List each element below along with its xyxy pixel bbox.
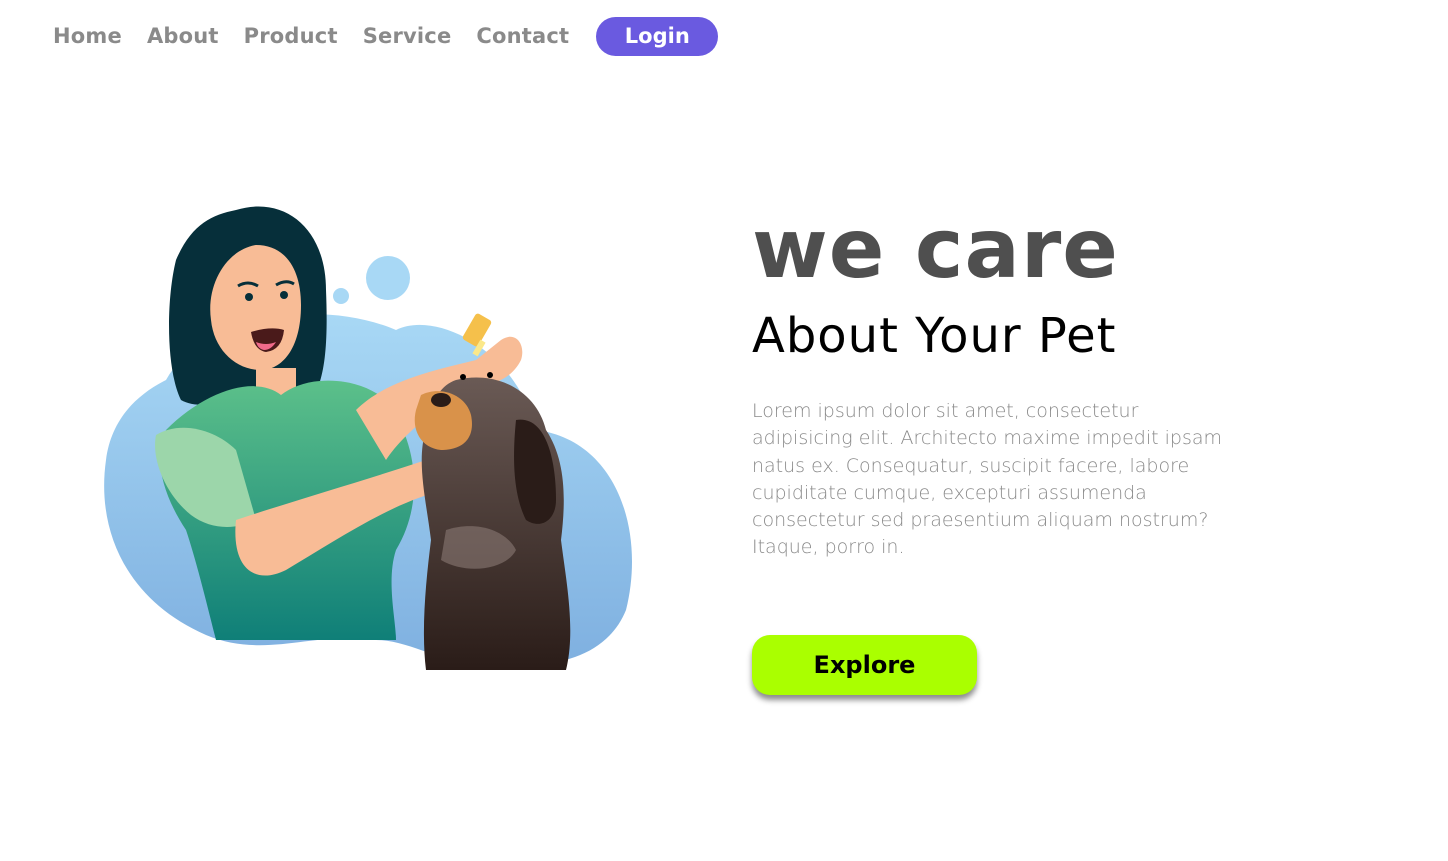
login-button[interactable]: Login [596,16,719,56]
nav-home-link[interactable]: Home [53,24,122,48]
hero-title: we care [752,202,1119,297]
hero-subtitle: About Your Pet [752,308,1117,364]
pet-care-illustration [96,200,636,680]
nav-product-link[interactable]: Product [244,24,338,48]
hero-description: Lorem ipsum dolor sit amet, consectetur … [752,400,1223,559]
hero-section: we care About Your Pet Lorem ipsum dolor… [752,200,1252,562]
explore-button[interactable]: Explore [752,635,977,695]
nav-about-link[interactable]: About [147,24,219,48]
nav-service-link[interactable]: Service [363,24,452,48]
landing-page: Home About Product Service Contact Login [0,0,1448,861]
nav-contact-link[interactable]: Contact [476,24,569,48]
top-nav: Home About Product Service Contact Login [53,16,719,56]
woman-caring-for-dog-illustration [104,206,632,670]
